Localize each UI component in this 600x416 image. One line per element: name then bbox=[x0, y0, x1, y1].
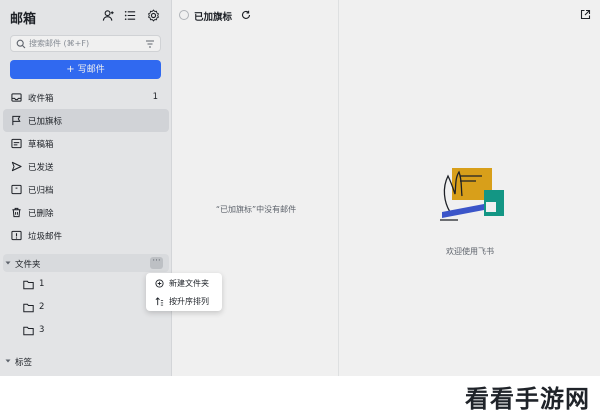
folder-context-menu: 新建文件夹 按升序排列 bbox=[146, 273, 222, 311]
sidebar-item-inbox[interactable]: 收件箱 1 bbox=[3, 86, 169, 109]
sidebar-item-folder[interactable]: 1 bbox=[3, 274, 169, 296]
mail-app: 邮箱 搜索邮件 (⌘+F) + 写邮件 收件箱 1 已加旗标 草稿箱 已发送 已… bbox=[0, 0, 600, 376]
filter-icon[interactable] bbox=[145, 39, 155, 49]
compose-label: 写邮件 bbox=[77, 65, 105, 75]
watermark-strip: 看看手游网 bbox=[0, 376, 600, 416]
sidebar-item-folder[interactable]: 3 bbox=[3, 320, 169, 342]
tags-label: 标签 bbox=[15, 358, 33, 368]
folder-label: 1 bbox=[39, 279, 45, 289]
compose-button[interactable]: + 写邮件 bbox=[10, 60, 161, 79]
refresh-icon[interactable] bbox=[241, 10, 251, 20]
caret-down-icon bbox=[5, 261, 11, 265]
sort-ascending-icon bbox=[155, 297, 164, 306]
plus-icon: + bbox=[66, 64, 75, 75]
sidebar-item-label: 已加旗标 bbox=[28, 117, 63, 127]
list-title: 已加旗标 bbox=[194, 12, 233, 23]
welcome-text: 欢迎使用飞书 bbox=[446, 247, 494, 256]
select-all-checkbox[interactable] bbox=[179, 10, 189, 20]
folder-label: 3 bbox=[39, 325, 45, 335]
contacts-icon[interactable] bbox=[102, 9, 115, 22]
draft-icon bbox=[11, 138, 22, 149]
menu-item-label: 新建文件夹 bbox=[169, 279, 209, 288]
folder-label: 2 bbox=[39, 302, 45, 312]
sidebar-item-spam[interactable]: 垃圾邮件 bbox=[3, 224, 169, 247]
welcome-illustration bbox=[440, 168, 504, 221]
mailbox-nav: 收件箱 1 已加旗标 草稿箱 已发送 已归档 已删除 垃圾邮件 bbox=[0, 86, 172, 247]
folders-label: 文件夹 bbox=[15, 260, 41, 270]
menu-item-label: 按升序排列 bbox=[169, 297, 209, 306]
search-icon bbox=[16, 39, 26, 49]
settings-icon[interactable] bbox=[147, 9, 160, 22]
menu-item-new-folder[interactable]: 新建文件夹 bbox=[146, 275, 222, 292]
more-icon[interactable]: ··· bbox=[150, 257, 163, 269]
sidebar-header: 邮箱 bbox=[10, 7, 165, 27]
flag-icon bbox=[11, 115, 22, 126]
sidebar-item-flagged[interactable]: 已加旗标 bbox=[3, 109, 169, 132]
folder-icon bbox=[23, 303, 34, 313]
app-title: 邮箱 bbox=[10, 12, 37, 27]
folder-icon bbox=[23, 326, 34, 336]
folder-icon bbox=[23, 280, 34, 290]
list-view-icon[interactable] bbox=[124, 9, 137, 22]
tags-section-header[interactable]: 标签 bbox=[3, 352, 169, 370]
sidebar-item-label: 收件箱 bbox=[28, 94, 54, 104]
message-list-pane: 已加旗标 “已加旗标”中没有邮件 bbox=[173, 0, 339, 376]
trash-icon bbox=[11, 207, 22, 218]
sidebar-item-label: 垃圾邮件 bbox=[28, 232, 63, 242]
sidebar-item-deleted[interactable]: 已删除 bbox=[3, 201, 169, 224]
sidebar-item-sent[interactable]: 已发送 bbox=[3, 155, 169, 178]
list-header: 已加旗标 bbox=[179, 8, 329, 24]
sidebar-item-label: 已删除 bbox=[28, 209, 54, 219]
sidebar-item-label: 草稿箱 bbox=[28, 140, 54, 150]
sidebar-item-label: 已发送 bbox=[28, 163, 54, 173]
add-circle-icon bbox=[155, 279, 164, 288]
empty-state-text: “已加旗标”中没有邮件 bbox=[215, 205, 297, 214]
folders-section-header[interactable]: 文件夹 ··· bbox=[3, 254, 169, 272]
sidebar: 邮箱 搜索邮件 (⌘+F) + 写邮件 收件箱 1 已加旗标 草稿箱 已发送 已… bbox=[0, 0, 172, 376]
archive-icon bbox=[11, 184, 22, 195]
sidebar-item-archived[interactable]: 已归档 bbox=[3, 178, 169, 201]
menu-item-sort-ascending[interactable]: 按升序排列 bbox=[146, 293, 222, 310]
caret-down-icon bbox=[5, 359, 11, 363]
search-input[interactable]: 搜索邮件 (⌘+F) bbox=[10, 35, 161, 52]
sidebar-item-folder[interactable]: 2 bbox=[3, 297, 169, 319]
sidebar-item-label: 已归档 bbox=[28, 186, 54, 196]
send-icon bbox=[11, 161, 22, 172]
reading-pane: 欢迎使用飞书 bbox=[340, 0, 600, 376]
inbox-icon bbox=[11, 92, 22, 103]
unread-count: 1 bbox=[152, 92, 158, 102]
sidebar-item-drafts[interactable]: 草稿箱 bbox=[3, 132, 169, 155]
popout-icon[interactable] bbox=[580, 9, 591, 20]
search-placeholder: 搜索邮件 (⌘+F) bbox=[29, 39, 90, 48]
watermark-text: 看看手游网 bbox=[465, 385, 590, 413]
spam-icon bbox=[11, 230, 22, 241]
